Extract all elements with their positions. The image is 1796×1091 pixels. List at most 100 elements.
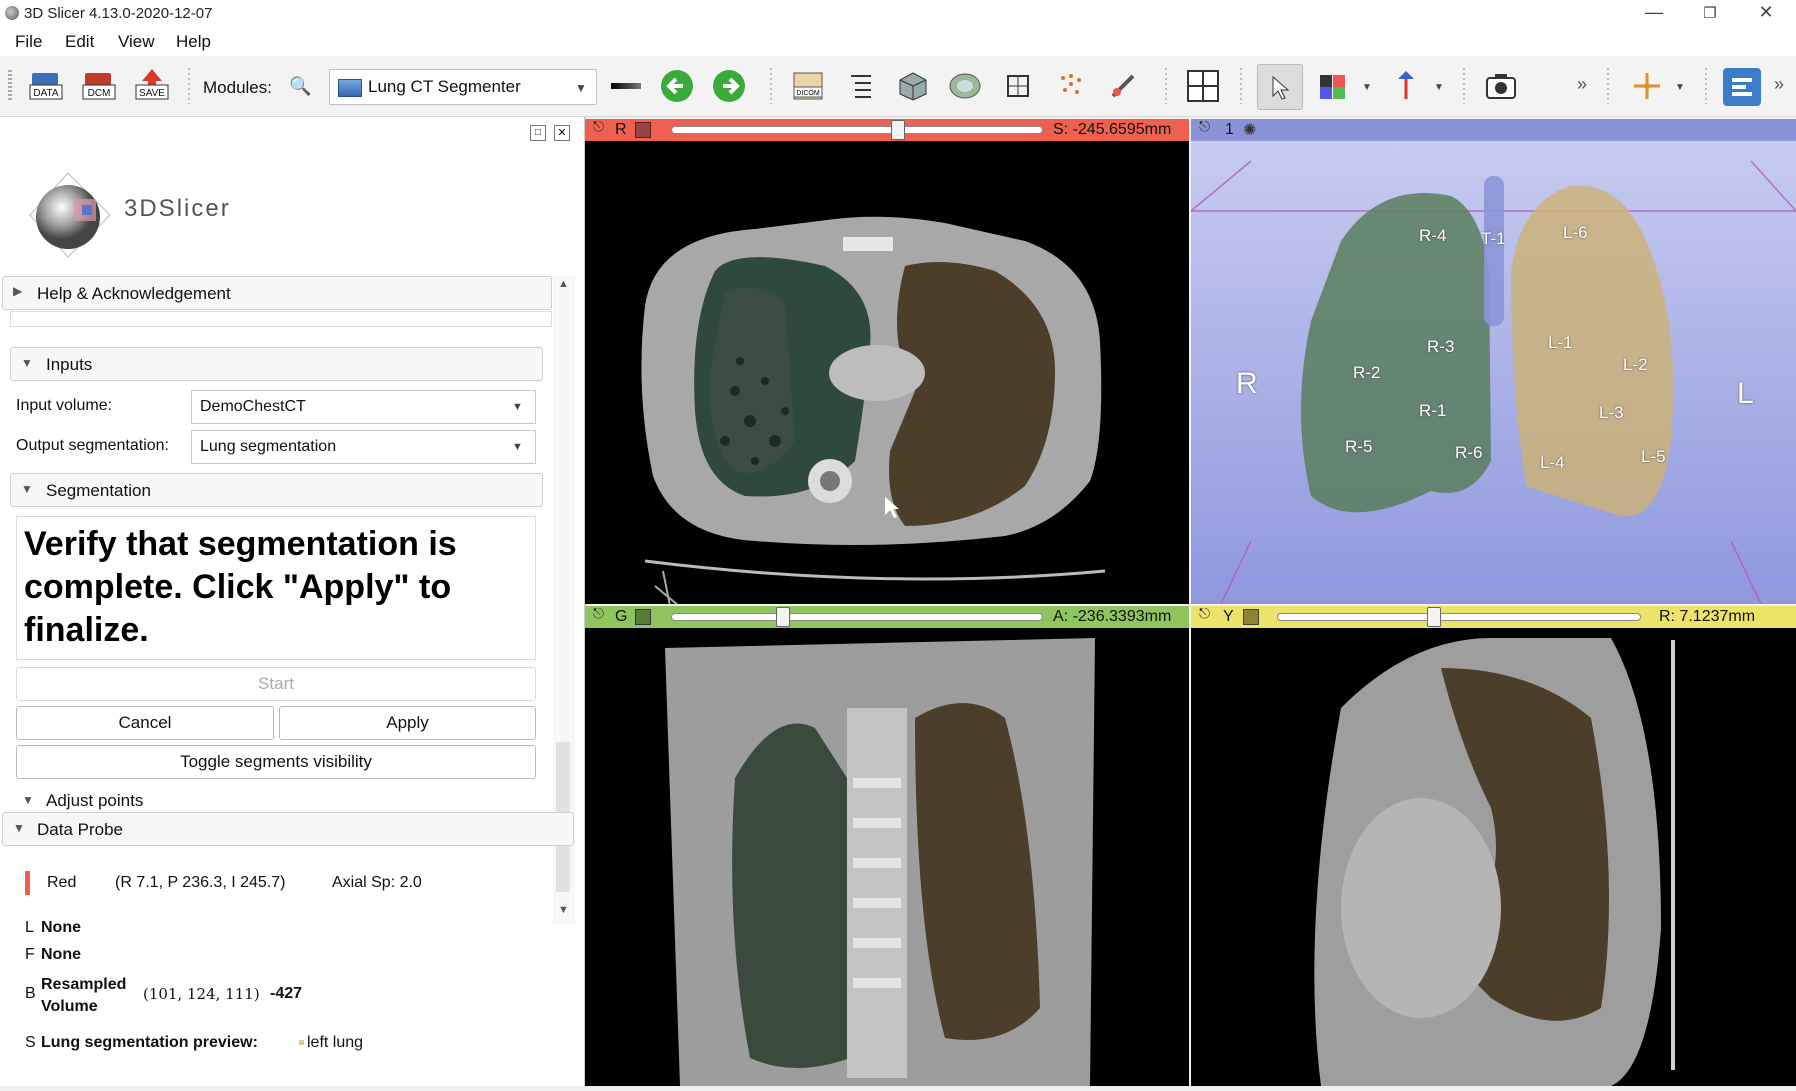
view-options-icon[interactable] [1243, 609, 1259, 625]
toolbar-separator [770, 68, 772, 104]
markups-icon[interactable] [1051, 66, 1091, 106]
markup-label[interactable]: L-3 [1599, 403, 1624, 423]
view-options-icon[interactable]: ✺ [1243, 120, 1256, 140]
yellow-view-controller: ⎋ Y R: 7.1237mm [1191, 605, 1796, 628]
pin-icon[interactable]: ⎋ [593, 605, 604, 622]
cancel-button[interactable]: Cancel [16, 706, 274, 740]
view-options-icon[interactable] [635, 122, 651, 138]
menu-edit[interactable]: Edit [65, 32, 94, 52]
scroll-down-icon[interactable]: ▼ [558, 904, 569, 916]
green-slice-view[interactable] [585, 628, 1189, 1086]
output-segmentation-label: Output segmentation: [16, 437, 169, 454]
dcm-icon[interactable]: DCM [79, 66, 119, 106]
yellow-slice-slider[interactable] [1277, 613, 1641, 621]
markup-label[interactable]: L-5 [1641, 447, 1666, 467]
place-markup-icon[interactable] [1313, 66, 1353, 106]
markup-label[interactable]: R-2 [1353, 363, 1380, 383]
adjust-points-section[interactable]: ▼ Adjust points [18, 787, 548, 815]
probe-view-name: Red [47, 874, 77, 891]
volume-rendering-icon[interactable] [945, 66, 985, 106]
data-probe-section[interactable]: ▼ Data Probe [2, 812, 574, 846]
probe-row-key: S [25, 1034, 36, 1051]
green-slice-slider[interactable] [671, 613, 1043, 621]
menu-help[interactable]: Help [176, 32, 211, 52]
yellow-slice-view[interactable] [1191, 628, 1796, 1086]
models-icon[interactable] [998, 66, 1038, 106]
probe-coords: (R 7.1, P 236.3, I 245.7) [115, 874, 286, 891]
markup-label[interactable]: L-2 [1623, 355, 1648, 375]
pin-icon[interactable]: ⎋ [593, 118, 604, 135]
pointer-mode-icon[interactable] [1257, 64, 1303, 110]
red-view-controller: ⎋ R S: -245.6595mm [585, 118, 1189, 141]
markup-label[interactable]: R-5 [1345, 437, 1372, 457]
restore-icon[interactable]: ❐ [1690, 4, 1730, 22]
chevron-down-icon[interactable]: ▼ [1362, 82, 1372, 93]
module-selector[interactable]: Lung CT Segmenter ▼ [329, 69, 597, 105]
toolbar-overflow-icon[interactable]: » [1577, 74, 1587, 95]
probe-row-name: Lung segmentation preview: [41, 1034, 258, 1051]
chevron-down-icon[interactable]: ▼ [1675, 82, 1685, 93]
layout-bar-icon[interactable] [606, 66, 646, 106]
red-slider-knob[interactable] [890, 120, 905, 140]
markup-label[interactable]: L-4 [1540, 453, 1565, 473]
chevron-down-icon[interactable]: ▼ [1434, 82, 1444, 93]
markup-label[interactable]: L-1 [1548, 333, 1573, 353]
markup-label[interactable]: R-4 [1419, 226, 1446, 246]
volume-icon[interactable] [893, 66, 933, 106]
minimize-icon[interactable]: — [1634, 2, 1674, 23]
close-icon[interactable]: ✕ [1746, 2, 1786, 23]
markup-label[interactable]: L-6 [1563, 223, 1588, 243]
segment-editor-icon[interactable] [1103, 66, 1143, 106]
coronal-ct-image [665, 638, 1095, 1086]
view-options-icon[interactable] [635, 609, 651, 625]
toolbar-separator [1165, 68, 1167, 104]
probe-row-key: B [25, 985, 36, 1002]
toolbar-overflow-icon[interactable]: » [1774, 74, 1784, 95]
start-button[interactable]: Start [16, 667, 536, 701]
screenshot-icon[interactable] [1481, 66, 1521, 106]
dicom-icon[interactable]: DICOM [788, 66, 828, 106]
undock-icon[interactable]: □ [530, 125, 546, 141]
markup-label[interactable]: T-1 [1481, 229, 1506, 249]
input-volume-label: Input volume: [16, 397, 113, 414]
3d-view[interactable]: R L R-4 T-1 L-6 R-3 R-2 L-1 L-2 R-1 L-3 … [1190, 141, 1796, 605]
red-slice-slider[interactable] [671, 126, 1043, 134]
back-arrow-icon[interactable] [657, 66, 697, 106]
output-segmentation-value: Lung segmentation [200, 438, 337, 455]
toggle-segments-visibility-button[interactable]: Toggle segments visibility [16, 745, 536, 779]
probe-spacing: Axial Sp: 2.0 [332, 874, 422, 891]
extension-manager-icon[interactable] [1723, 68, 1761, 106]
pin-icon[interactable]: ⎋ [1199, 118, 1210, 135]
markup-label[interactable]: R-3 [1427, 337, 1454, 357]
close-panel-icon[interactable]: ✕ [554, 125, 570, 141]
crosshair-icon[interactable] [1627, 66, 1667, 106]
help-acknowledgement-section[interactable]: ▶ Help & Acknowledgement [2, 276, 552, 310]
apply-button[interactable]: Apply [279, 706, 536, 740]
segmentation-section[interactable]: ▼ Segmentation [10, 473, 543, 507]
3d-view-letter: 1 [1225, 121, 1234, 138]
data-icon[interactable]: DATA [26, 66, 66, 106]
save-icon[interactable]: SAVE [132, 66, 172, 106]
module-search-icon[interactable]: 🔍 [289, 76, 311, 97]
input-volume-select[interactable]: DemoChestCT ▼ [191, 390, 536, 424]
menu-bar: File Edit View Help [0, 28, 1796, 56]
markup-label[interactable]: R-6 [1455, 443, 1482, 463]
crosshair-arrow-icon[interactable] [1386, 66, 1426, 106]
menu-file[interactable]: File [15, 32, 42, 52]
chevron-down-icon: ▼ [512, 441, 523, 453]
output-segmentation-select[interactable]: Lung segmentation ▼ [191, 430, 536, 464]
chevron-down-icon: ▼ [21, 356, 33, 370]
menu-view[interactable]: View [118, 32, 155, 52]
red-slice-view[interactable] [585, 141, 1189, 612]
yellow-slider-knob[interactable] [1426, 607, 1441, 627]
layout-icon[interactable] [1183, 66, 1223, 106]
scroll-up-icon[interactable]: ▲ [558, 278, 569, 290]
green-slider-knob[interactable] [776, 607, 790, 627]
data-tree-icon[interactable] [841, 66, 881, 106]
inputs-section[interactable]: ▼ Inputs [10, 347, 543, 381]
pin-icon[interactable]: ⎋ [1199, 605, 1210, 622]
markup-label[interactable]: R-1 [1419, 401, 1446, 421]
forward-arrow-icon[interactable] [709, 66, 749, 106]
red-slice-offset: S: -245.6595mm [1053, 121, 1172, 138]
sagittal-ct-image [1230, 638, 1675, 1086]
